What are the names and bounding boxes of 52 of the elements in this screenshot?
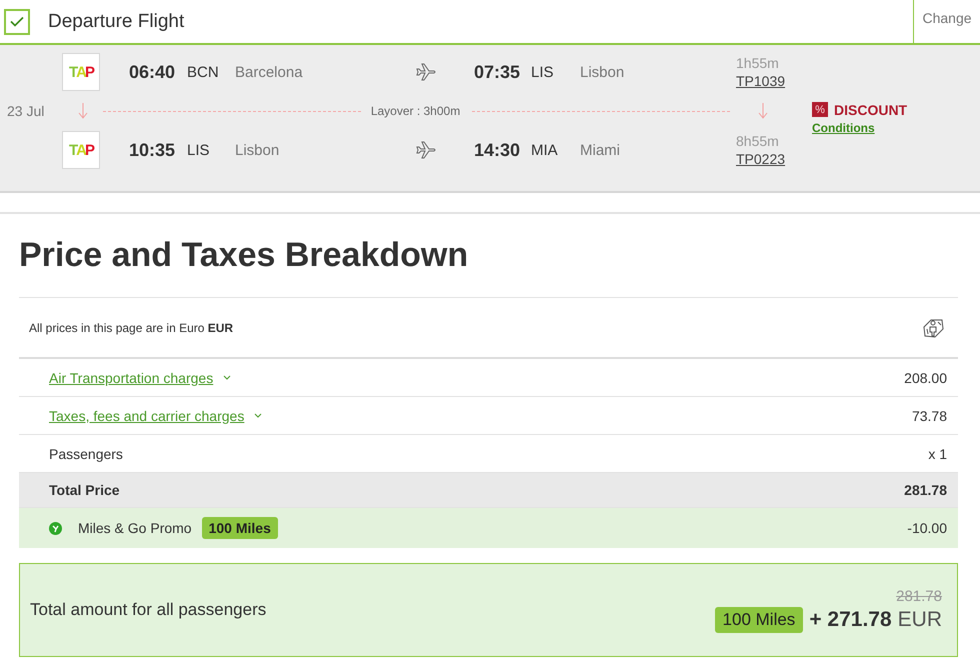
date-label: 23 Jul: [6, 103, 46, 119]
city-name: Miami: [580, 142, 621, 158]
airport-code: BCN: [187, 64, 220, 80]
section-title: Departure Flight: [48, 10, 186, 32]
chevron-down-icon[interactable]: [223, 375, 232, 380]
arrival-time: 07:35: [474, 62, 522, 82]
airplane-icon: [415, 63, 437, 81]
row-label: Passengers: [49, 446, 123, 462]
total-amount-label: Total amount for all passengers: [30, 600, 266, 620]
city-name: Lisbon: [580, 64, 626, 80]
total-amount: + 271.78: [809, 608, 892, 632]
miles-badge: 100 Miles: [714, 606, 804, 632]
page-heading: Price and Taxes Breakdown: [19, 236, 470, 276]
city-name: Barcelona: [235, 64, 304, 80]
currency-label: EUR: [898, 608, 942, 632]
airline-logo: TAP: [62, 131, 100, 169]
passenger-tickets-icon: [921, 316, 945, 338]
airplane-icon: [415, 141, 437, 159]
total-label: Total Price: [49, 482, 120, 498]
airport-code: LIS: [531, 64, 555, 80]
city-name: Lisbon: [235, 142, 280, 158]
charges-link[interactable]: Air Transportation charges: [49, 370, 214, 386]
layover-label: Layover : 3h00m: [370, 104, 460, 118]
airport-code: LIS: [187, 142, 211, 158]
original-price: 281.78: [896, 588, 942, 604]
flight-number-link[interactable]: TP1039: [736, 72, 812, 90]
conditions-link[interactable]: Conditions: [812, 120, 908, 134]
price-value: 73.78: [912, 408, 947, 424]
departure-time: 10:35: [129, 140, 176, 160]
price-value: 281.78: [904, 482, 947, 498]
charges-link[interactable]: Taxes, fees and carrier charges: [49, 408, 244, 424]
miles-logo-icon: [49, 522, 62, 534]
promo-label: Miles & Go Promo: [78, 520, 192, 536]
check-icon: [10, 16, 24, 27]
down-arrow-icon: [758, 103, 768, 119]
checkbox[interactable]: [4, 8, 30, 34]
flight-duration: 1h55m: [736, 54, 780, 72]
down-arrow-icon: [78, 103, 88, 119]
arrival-time: 14:30: [474, 140, 522, 160]
airport-code: MIA: [531, 142, 559, 158]
flight-number-link[interactable]: TP0223: [736, 150, 812, 168]
discount-label: DISCOUNT: [834, 102, 908, 118]
chevron-down-icon[interactable]: [254, 413, 262, 418]
airline-logo: TAP: [62, 53, 100, 91]
discount-icon: %: [812, 102, 828, 117]
price-value: -10.00: [907, 520, 947, 536]
price-value: x 1: [928, 446, 947, 462]
miles-badge: 100 Miles: [202, 517, 278, 539]
flight-duration: 8h55m: [736, 132, 780, 150]
currency-note: All prices in this page are in Euro EUR: [29, 320, 234, 334]
price-value: 208.00: [904, 370, 947, 386]
departure-time: 06:40: [129, 62, 176, 82]
